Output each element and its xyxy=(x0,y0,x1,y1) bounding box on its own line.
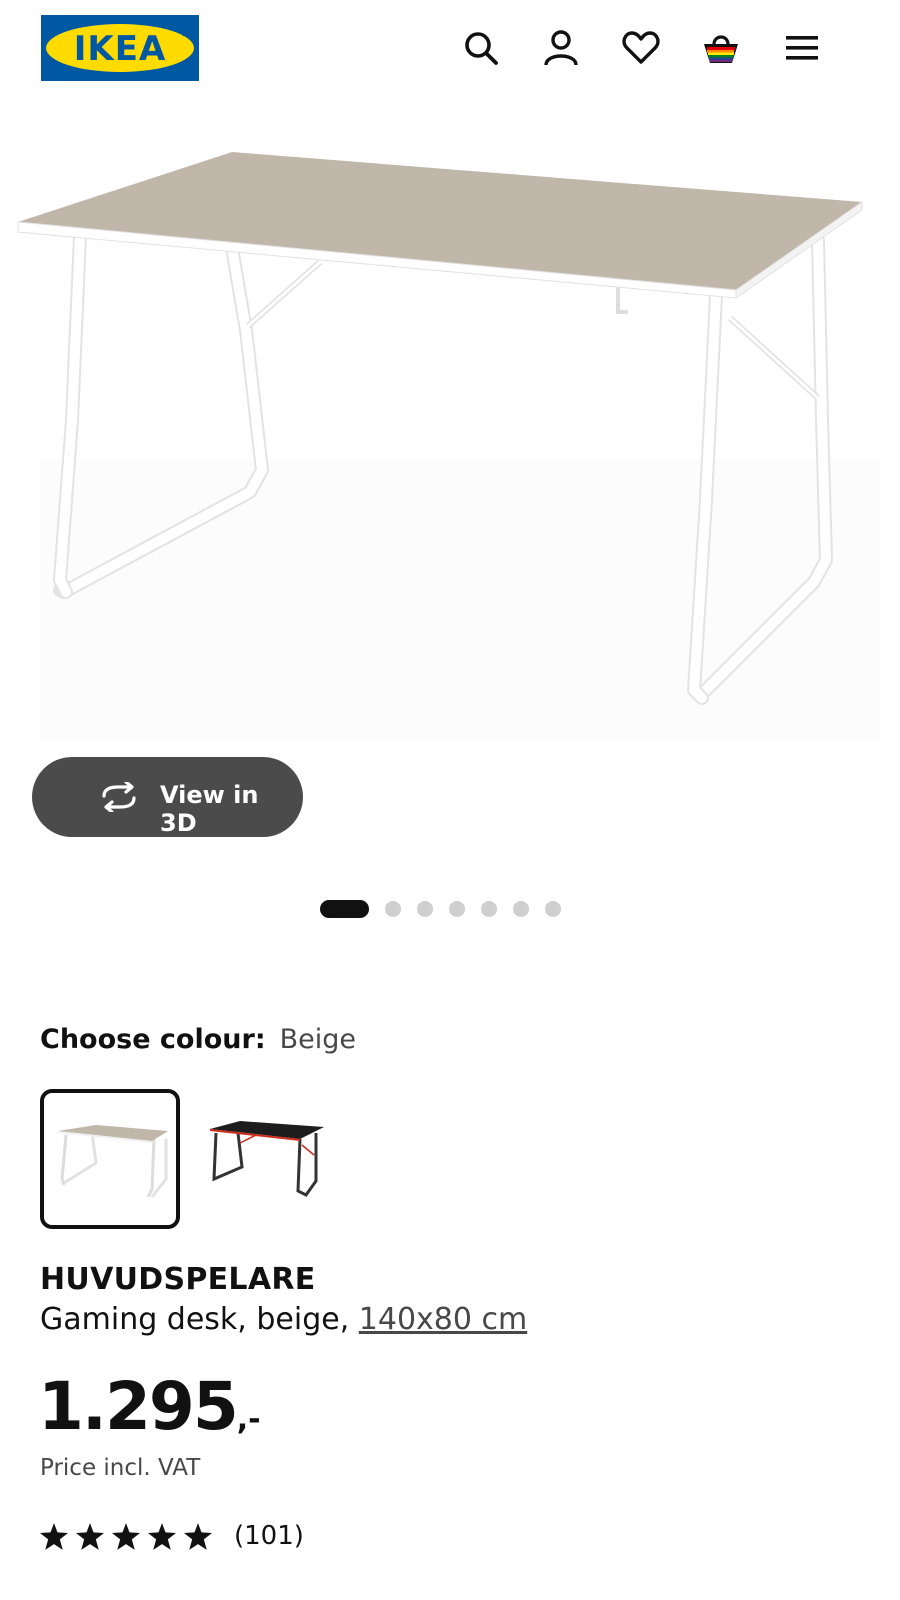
ikea-logo[interactable]: IKEA xyxy=(41,15,199,81)
colour-swatch-black-red[interactable] xyxy=(196,1089,336,1229)
carousel-dot-4[interactable] xyxy=(449,901,465,917)
rating-stars xyxy=(40,1522,212,1550)
star-icon xyxy=(112,1522,140,1550)
star-icon xyxy=(40,1522,68,1550)
heart-icon xyxy=(622,31,660,64)
carousel-dot-6[interactable] xyxy=(513,901,529,917)
basket-button[interactable] xyxy=(699,26,743,70)
carousel-dot-1[interactable] xyxy=(320,900,369,918)
colour-chooser-label: Choose colour: Beige xyxy=(40,1024,356,1055)
product-description-text: Gaming desk, beige, xyxy=(40,1302,359,1337)
basket-icon xyxy=(704,35,738,63)
choose-colour-label: Choose colour: xyxy=(40,1024,266,1055)
product-image[interactable] xyxy=(0,110,900,750)
ikea-logo-icon: IKEA xyxy=(41,15,199,81)
product-description: Gaming desk, beige, 140x80 cm xyxy=(40,1302,527,1337)
beige-desk-thumbnail xyxy=(58,1125,168,1198)
price-main: 1.295 xyxy=(38,1368,239,1445)
rotate-3d-icon xyxy=(102,782,136,812)
price-suffix: ,- xyxy=(236,1402,261,1437)
carousel-dot-2[interactable] xyxy=(385,901,401,917)
desk-illustration xyxy=(17,152,880,740)
carousel-dot-3[interactable] xyxy=(417,901,433,917)
selected-colour-value: Beige xyxy=(279,1024,357,1055)
star-icon xyxy=(184,1522,212,1550)
star-icon xyxy=(76,1522,104,1550)
search-button[interactable] xyxy=(459,26,503,70)
user-icon xyxy=(544,30,578,66)
product-rating[interactable]: (101) xyxy=(40,1516,304,1556)
vat-note: Price incl. VAT xyxy=(40,1455,201,1481)
carousel-dot-5[interactable] xyxy=(481,901,497,917)
product-name: HUVUDSPELARE xyxy=(40,1262,316,1297)
svg-text:IKEA: IKEA xyxy=(74,29,167,69)
colour-swatch-beige[interactable] xyxy=(40,1089,180,1229)
product-price: 1.295,- xyxy=(38,1368,261,1445)
menu-button[interactable] xyxy=(780,26,824,70)
menu-icon xyxy=(786,36,818,60)
carousel-indicators xyxy=(0,900,900,918)
product-size-link[interactable]: 140x80 cm xyxy=(359,1302,527,1337)
review-count: (101) xyxy=(234,1521,304,1551)
black-desk-thumbnail xyxy=(210,1121,324,1197)
account-button[interactable] xyxy=(539,26,583,70)
view-in-3d-button[interactable]: View in 3D xyxy=(32,757,303,837)
search-icon xyxy=(465,32,498,65)
star-icon xyxy=(148,1522,176,1550)
carousel-dot-7[interactable] xyxy=(545,901,561,917)
wishlist-button[interactable] xyxy=(619,26,663,70)
header: IKEA xyxy=(0,0,900,100)
view-in-3d-label: View in 3D xyxy=(160,781,259,837)
